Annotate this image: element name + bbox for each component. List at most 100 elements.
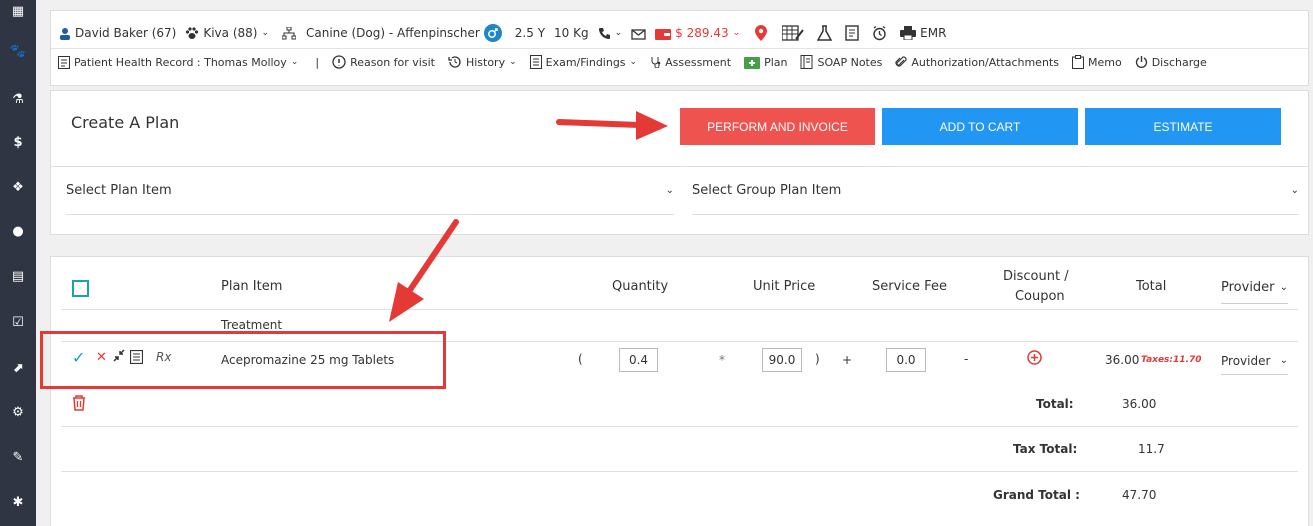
discharge-link[interactable]: Discharge	[1135, 55, 1207, 69]
location-button[interactable]	[755, 25, 768, 41]
records-button[interactable]	[845, 25, 859, 41]
exam-menu[interactable]: Exam/Findings ⌄	[529, 55, 638, 69]
select-plan-item-label: Select Plan Item	[66, 182, 172, 198]
assessment-link[interactable]: Assessment	[650, 56, 731, 69]
select-group-plan-item-dropdown[interactable]: Select Group Plan Item ⌄	[692, 166, 1299, 215]
gears-icon[interactable]: ✱	[0, 491, 36, 513]
select-plan-item-dropdown[interactable]: Select Plan Item ⌄	[66, 166, 674, 215]
paren-open: (	[578, 352, 583, 366]
row-provider-dropdown[interactable]: Provider ⌄	[1221, 347, 1288, 375]
select-all-checkbox[interactable]	[72, 280, 89, 297]
total-value: 36.00	[1122, 397, 1157, 411]
record-nav-row: Patient Health Record : Thomas Molloy ⌄ …	[51, 55, 1308, 69]
plus-sign: +	[842, 353, 853, 367]
header-total: Total	[1136, 279, 1167, 294]
flask-icon	[817, 25, 833, 41]
pet-info[interactable]: Kiva (88) ⌄	[185, 26, 269, 40]
chevron-down-icon: ⌄	[1290, 184, 1299, 196]
add-discount-icon[interactable]	[1027, 350, 1042, 368]
balance-menu[interactable]: $ 289.43 ⌄	[655, 26, 740, 40]
soap-notes-link[interactable]: SOAP Notes	[800, 55, 882, 69]
header-divider	[61, 309, 1298, 310]
row-provider-label: Provider	[1221, 353, 1271, 368]
user-icon	[60, 27, 70, 40]
hierarchy-icon	[282, 26, 296, 39]
service-fee-input[interactable]: 0.0	[886, 348, 926, 372]
assessment-label: Assessment	[665, 55, 732, 69]
power-icon	[1135, 56, 1147, 68]
reminder-button[interactable]	[872, 25, 887, 41]
client-info[interactable]: David Baker (67)	[59, 26, 176, 40]
phone-menu[interactable]: ⌄	[598, 27, 623, 40]
authorization-link[interactable]: Authorization/Attachments	[895, 55, 1059, 69]
quantity-input[interactable]: 0.4	[619, 348, 658, 372]
list-icon[interactable]: ▤	[0, 265, 36, 287]
invoice-edit-button[interactable]	[782, 25, 804, 41]
phr-label: Patient Health Record : Thomas Molloy	[74, 55, 287, 69]
male-icon	[483, 24, 502, 42]
tax-total-label: Tax Total:	[1013, 442, 1078, 456]
page-title: Create A Plan	[71, 113, 180, 132]
wrench-icon[interactable]: ✎	[0, 446, 36, 468]
header-service-fee: Service Fee	[872, 279, 947, 294]
chart-icon[interactable]: ⬈	[0, 357, 36, 379]
plan-link[interactable]: Plan	[744, 55, 787, 69]
dollar-icon[interactable]: $	[0, 131, 36, 153]
patient-info-row: David Baker (67) Kiva (88) ⌄ Canine (Dog…	[51, 23, 1308, 43]
emr-label: EMR	[920, 26, 947, 40]
chevron-down-icon: ⌄	[261, 28, 269, 38]
exam-doc-icon	[529, 55, 542, 69]
boxes-icon[interactable]: ❖	[0, 176, 36, 198]
header-quantity: Quantity	[612, 279, 669, 294]
chevron-down-icon: ⌄	[290, 57, 299, 67]
history-menu[interactable]: History ⌄	[448, 55, 517, 69]
provider-header-dropdown[interactable]: Provider ⌄	[1221, 271, 1288, 304]
header-discount-line2: Coupon	[1014, 289, 1065, 304]
map-pin-icon	[755, 25, 768, 41]
times-sign: *	[719, 353, 725, 367]
header-discount: Discount / Coupon	[1003, 269, 1069, 304]
history-label: History	[465, 55, 506, 69]
comments-icon[interactable]: ●	[0, 220, 36, 242]
pet-name: Kiva (88)	[203, 26, 258, 40]
chevron-down-icon: ⌄	[1279, 281, 1288, 293]
flask-icon[interactable]: ⚗	[0, 88, 36, 110]
medical-kit-icon	[744, 57, 761, 69]
row-taxes: Taxes:11.70	[1141, 355, 1202, 365]
chevron-down-icon: ⌄	[629, 57, 638, 67]
authorization-label: Authorization/Attachments	[911, 55, 1059, 69]
reason-for-visit-link[interactable]: Reason for visit	[332, 55, 435, 69]
paw-icon	[186, 26, 199, 39]
lab-button[interactable]	[817, 25, 833, 41]
emr-print-button[interactable]: EMR	[900, 26, 946, 40]
create-plan-card: Create A Plan PERFORM AND INVOICE ADD TO…	[50, 90, 1309, 235]
gear-icon[interactable]: ⚙	[0, 401, 36, 423]
record-icon	[58, 55, 70, 69]
notebook-icon	[800, 55, 813, 69]
age-text: 2.5 Y	[514, 26, 546, 40]
estimate-button[interactable]: ESTIMATE	[1085, 108, 1281, 145]
clipboard-icon	[1071, 55, 1084, 69]
chevron-down-icon: ⌄	[614, 28, 623, 38]
memo-link[interactable]: Memo	[1071, 55, 1122, 69]
nav-separator: |	[315, 55, 320, 69]
client-name: David Baker (67)	[75, 26, 177, 40]
calendar-icon[interactable]: ▦	[0, 0, 36, 22]
stethoscope-icon	[651, 57, 661, 68]
phr-menu[interactable]: Patient Health Record : Thomas Molloy ⌄	[58, 55, 299, 69]
unit-price-input[interactable]: 90.0	[762, 348, 802, 372]
table-edit-icon	[782, 25, 804, 41]
info-circle-icon	[332, 55, 346, 69]
row-total: 36.00	[1105, 353, 1140, 367]
delete-icon[interactable]	[71, 395, 87, 414]
header-divider	[51, 48, 1308, 49]
checkbox-icon[interactable]: ☑	[0, 311, 36, 333]
chevron-down-icon: ⌄	[732, 28, 741, 38]
add-to-cart-button[interactable]: ADD TO CART	[882, 108, 1078, 145]
patient-header: David Baker (67) Kiva (88) ⌄ Canine (Dog…	[50, 10, 1309, 86]
email-button[interactable]	[631, 27, 646, 40]
section-treatment: Treatment	[221, 318, 283, 332]
perform-and-invoice-button[interactable]: PERFORM AND INVOICE	[680, 108, 875, 145]
paw-icon[interactable]: 🐾	[0, 40, 36, 62]
paperclip-icon	[895, 56, 907, 67]
